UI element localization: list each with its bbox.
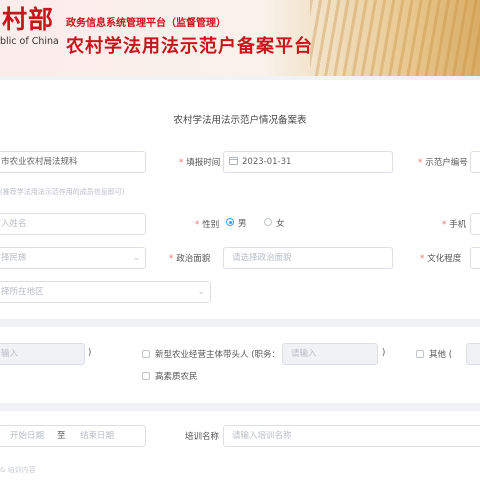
fill-time-value: 2023-01-31 [242, 157, 292, 167]
phone-label: * 手机 [442, 220, 467, 230]
new-agri-position-placeholder: 请输入 [291, 349, 317, 359]
platform-title: 农村学法用法示范户备案平台 [66, 36, 313, 57]
ministry-logo-text: 村部 [2, 5, 55, 34]
identity-first-input[interactable]: 输入 [0, 343, 85, 365]
training-name-label: 培训名称 [185, 432, 220, 442]
org-field[interactable]: 市农业农村局法规科 [0, 151, 146, 173]
gender-male-radio[interactable] [226, 218, 234, 226]
politics-placeholder: 请选择政治面貌 [232, 253, 292, 263]
training-name-placeholder: 请输入培训名称 [232, 431, 292, 441]
region-placeholder: 择所在地区 [1, 287, 44, 297]
wheat-field-image [310, 0, 480, 76]
region-select[interactable]: 择所在地区 ⌄ [0, 281, 211, 303]
paren-close: ) [88, 348, 92, 358]
politics-label: * 政治面貌 [169, 254, 211, 264]
fill-time-label: * 填报时间 [179, 158, 221, 168]
education-label: * 文化程度 [420, 254, 462, 264]
household-no-label: * 示范户编号 [418, 158, 468, 168]
training-name-input[interactable]: 请输入培训名称 [223, 425, 480, 447]
gender-label: * 性别 [195, 220, 220, 230]
paren-close-2: ) [382, 348, 386, 358]
ethnicity-placeholder: 择民族 [1, 253, 27, 263]
new-agri-checkbox[interactable] [142, 350, 150, 358]
education-select[interactable] [470, 247, 480, 269]
high-quality-label: 高素质农民 [155, 372, 198, 382]
fill-time-field[interactable]: 2023-01-31 [223, 151, 393, 173]
other-label: 其他 ( [429, 350, 453, 360]
other-input[interactable] [466, 343, 480, 365]
start-date-placeholder: 开始日期 [10, 431, 45, 441]
name-field[interactable]: 入姓名 [0, 213, 146, 235]
name-placeholder: 入姓名 [1, 219, 27, 229]
org-field-value: 市农业农村局法规科 [1, 157, 78, 167]
new-agri-position-input[interactable]: 请输入 [282, 343, 378, 365]
header-banner: 村部 blic of China 政务信息系统管理平台（监督管理） 农村学法用法… [0, 0, 480, 76]
gender-female-label: 女 [276, 219, 285, 229]
platform-subtitle: 政务信息系统管理平台（监督管理） [66, 18, 226, 29]
section-divider [0, 319, 480, 327]
section-divider [0, 403, 480, 411]
ministry-english-name: blic of China [0, 36, 59, 47]
chevron-down-icon: ⌄ [197, 287, 205, 297]
end-date-placeholder: 结束日期 [80, 431, 115, 441]
training-content-label: & 培训内容 [0, 466, 36, 474]
training-date-range[interactable]: 开始日期 至 结束日期 [0, 425, 146, 447]
ethnicity-select[interactable]: 择民族 ⌄ [0, 247, 146, 269]
new-agri-label: 新型农业经营主体带头人 (职务： [155, 350, 281, 360]
gender-male-label: 男 [238, 219, 247, 229]
other-checkbox[interactable] [416, 350, 424, 358]
member-hint: (推荐学法用法示范作用的成员信息即可) [0, 188, 125, 196]
phone-field[interactable] [470, 213, 480, 235]
gender-female-radio[interactable] [264, 218, 272, 226]
identity-first-placeholder: 输入 [1, 349, 19, 359]
politics-select[interactable]: 请选择政治面貌 [223, 247, 393, 269]
form-card [0, 80, 480, 480]
household-no-field[interactable] [470, 151, 480, 173]
date-range-separator: 至 [57, 431, 66, 441]
high-quality-checkbox[interactable] [142, 372, 150, 380]
form-title: 农村学法用法示范户情况备案表 [173, 115, 307, 126]
calendar-icon [229, 157, 238, 165]
chevron-down-icon: ⌄ [132, 253, 140, 263]
